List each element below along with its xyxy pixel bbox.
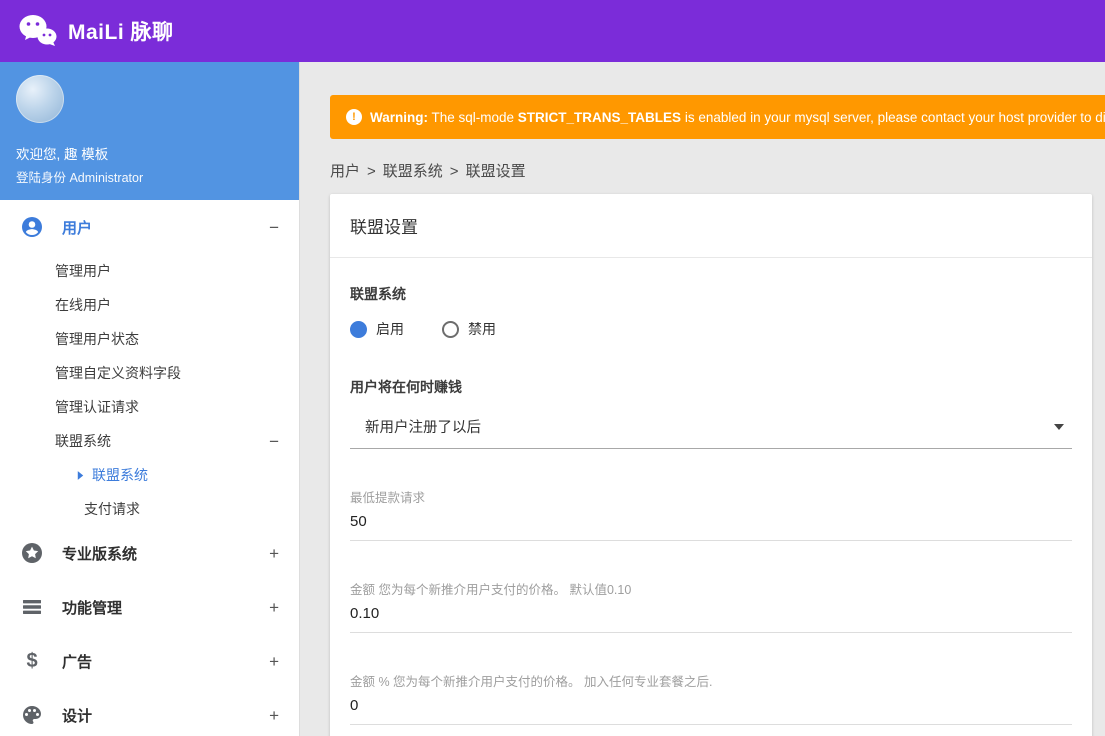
radio-unselected-icon[interactable] xyxy=(442,320,459,338)
sidebar-item-label: 支付请求 xyxy=(84,501,140,517)
sidebar-item-label: 在线用户 xyxy=(55,297,111,313)
plus-icon[interactable]: + xyxy=(269,707,279,724)
sidebar-item-label: 设计 xyxy=(62,707,93,725)
sidebar-item-label: 管理自定义资料字段 xyxy=(55,365,181,381)
minus-icon[interactable]: − xyxy=(269,433,279,450)
chevron-down-icon xyxy=(1054,423,1064,430)
sidebar-item-label: 广告 xyxy=(62,653,93,671)
earn-when-label: 用户将在何时赚钱 xyxy=(350,379,462,395)
breadcrumb: 用户 > 联盟系统 > 联盟设置 xyxy=(330,160,1105,181)
avatar[interactable] xyxy=(16,75,64,123)
amount-percent-label: 金额 % 您为每个新推介用户支付的价格。 加入任何专业套餐之后. xyxy=(350,675,713,689)
sidebar-item-custom-fields[interactable]: 管理自定义资料字段 xyxy=(0,356,299,390)
minus-icon[interactable]: − xyxy=(269,219,279,236)
plus-icon[interactable]: + xyxy=(269,545,279,562)
sidebar-item-online-users[interactable]: 在线用户 xyxy=(0,288,299,322)
sidebar-item-user-status[interactable]: 管理用户状态 xyxy=(0,322,299,356)
sidebar-item-features[interactable]: 功能管理 + xyxy=(0,580,299,634)
sidebar-item-payment-requests[interactable]: 支付请求 xyxy=(0,492,299,526)
warning-text: is enabled in your mysql server, please … xyxy=(681,109,1105,125)
sidebar-item-affiliate-system[interactable]: 联盟系统 xyxy=(0,458,299,492)
warning-mode: STRICT_TRANS_TABLES xyxy=(517,109,682,125)
sidebar-item-label: 联盟系统 xyxy=(92,467,148,483)
sidebar-item-affiliate-system-group[interactable]: 联盟系统 − xyxy=(0,424,299,458)
min-withdraw-label: 最低提款请求 xyxy=(350,491,426,505)
breadcrumb-item-affiliate-settings[interactable]: 联盟设置 xyxy=(466,163,526,180)
sidebar-item-pro-system[interactable]: 专业版系统 + xyxy=(0,526,299,580)
plus-icon[interactable]: + xyxy=(269,653,279,670)
affiliate-settings-card: 联盟设置 联盟系统 启用 禁用 用户将在何时赚钱 新用户注册了以后 最低提款请求… xyxy=(330,194,1092,736)
earn-when-select[interactable]: 新用户注册了以后 xyxy=(350,410,1072,449)
sidebar-item-label: 功能管理 xyxy=(62,599,123,617)
warning-banner: ! Warning: The sql-mode STRICT_TRANS_TABL… xyxy=(330,95,1105,139)
dollar-icon: $ xyxy=(26,649,38,672)
sidebar-item-verification-requests[interactable]: 管理认证请求 xyxy=(0,390,299,424)
app-title: MaiLi 脉聊 xyxy=(68,21,174,44)
sidebar-item-label: 专业版系统 xyxy=(62,545,138,563)
breadcrumb-item-users[interactable]: 用户 xyxy=(330,163,360,180)
radio-enable[interactable]: 启用 xyxy=(350,319,404,339)
breadcrumb-separator: > xyxy=(449,163,459,180)
amount-fixed-label: 金额 您为每个新推介用户支付的价格。 默认值0.10 xyxy=(350,583,632,597)
amount-fixed-input[interactable] xyxy=(350,598,1072,633)
page-title: 联盟设置 xyxy=(330,194,1092,258)
breadcrumb-item-affiliate-system[interactable]: 联盟系统 xyxy=(383,163,443,180)
min-withdraw-input[interactable] xyxy=(350,506,1072,541)
user-icon xyxy=(20,215,44,239)
main-content: ! Warning: The sql-mode STRICT_TRANS_TABL… xyxy=(300,62,1105,736)
warning-label: Warning: xyxy=(370,109,428,125)
earn-when-field: 用户将在何时赚钱 新用户注册了以后 xyxy=(350,377,1072,449)
radio-selected-icon[interactable] xyxy=(350,320,367,338)
sidebar-item-label: 管理用户 xyxy=(55,263,111,279)
sidebar-item-design[interactable]: 设计 + xyxy=(0,688,299,736)
earn-when-value: 新用户注册了以后 xyxy=(365,420,481,436)
amount-fixed-field: 金额 您为每个新推介用户支付的价格。 默认值0.10 xyxy=(350,579,1072,633)
amount-percent-input[interactable] xyxy=(350,690,1072,725)
radio-enable-label: 启用 xyxy=(376,321,404,337)
menu-icon xyxy=(20,595,44,619)
affiliate-system-field: 联盟系统 启用 禁用 xyxy=(350,284,1072,339)
sidebar-item-ads[interactable]: $ 广告 + xyxy=(0,634,299,688)
sidebar-item-manage-users[interactable]: 管理用户 xyxy=(0,254,299,288)
sidebar-item-label: 管理用户状态 xyxy=(55,331,139,347)
plus-icon[interactable]: + xyxy=(269,599,279,616)
radio-disable[interactable]: 禁用 xyxy=(442,319,496,339)
affiliate-system-radio-group: 启用 禁用 xyxy=(350,319,1072,339)
welcome-text: 欢迎您, 趣 模板 xyxy=(16,147,109,162)
breadcrumb-separator: > xyxy=(367,163,376,180)
sidebar-item-label: 用户 xyxy=(62,219,93,237)
radio-disable-label: 禁用 xyxy=(468,321,496,337)
sidebar-profile: 欢迎您, 趣 模板 登陆身份 Administrator xyxy=(0,62,299,200)
sidebar-item-label: 联盟系统 xyxy=(55,433,111,449)
topbar: MaiLi 脉聊 xyxy=(0,0,1105,62)
chevron-right-icon xyxy=(74,468,88,482)
star-icon xyxy=(20,541,44,565)
min-withdraw-field: 最低提款请求 xyxy=(350,487,1072,541)
amount-percent-field: 金额 % 您为每个新推介用户支付的价格。 加入任何专业套餐之后. xyxy=(350,671,1072,725)
sidebar-menu: 用户 − 管理用户 在线用户 管理用户状态 管理自定义资料字段 管理认证请求 联… xyxy=(0,200,299,736)
info-icon: ! xyxy=(346,109,362,125)
warning-text: The sql-mode xyxy=(428,109,518,125)
palette-icon xyxy=(20,703,44,727)
role-text: 登陆身份 Administrator xyxy=(16,171,144,185)
sidebar: 欢迎您, 趣 模板 登陆身份 Administrator 用户 − 管理用户 在… xyxy=(0,62,300,736)
affiliate-system-label: 联盟系统 xyxy=(350,286,406,302)
wechat-icon xyxy=(18,13,58,49)
sidebar-item-label: 管理认证请求 xyxy=(55,399,139,415)
sidebar-item-users[interactable]: 用户 − xyxy=(0,200,299,254)
